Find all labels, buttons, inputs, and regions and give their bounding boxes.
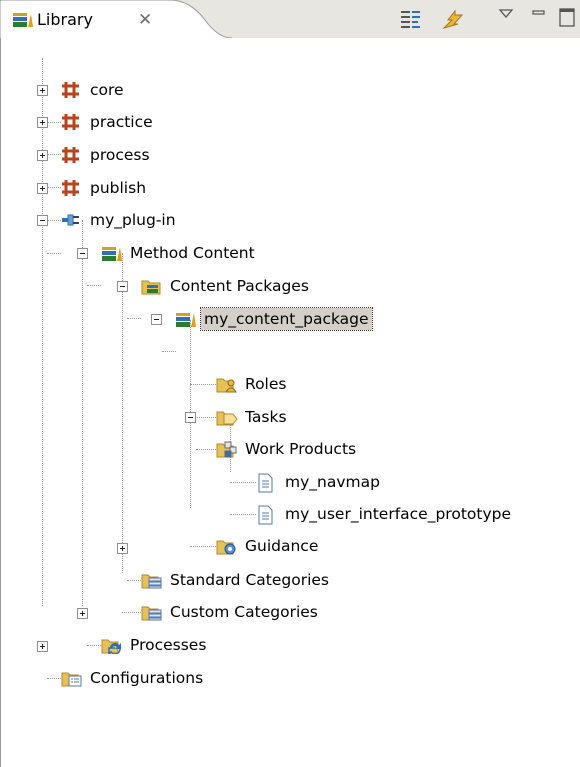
tab-shape — [0, 0, 232, 39]
tree-item-label: core — [90, 81, 124, 99]
expand-toggle-processes[interactable] — [77, 608, 88, 619]
tree-item-my-user-interface-prototype[interactable]: my_user_interface_prototype — [256, 499, 514, 529]
tree-item-label: Content Packages — [170, 277, 309, 295]
minimize-icon[interactable] — [530, 6, 556, 34]
tree-item-publish[interactable]: publish — [61, 173, 149, 203]
tree-line — [47, 220, 61, 221]
link-editor-icon[interactable] — [398, 6, 424, 34]
tree-item-label: Standard Categories — [170, 571, 329, 589]
tree-line — [87, 645, 101, 646]
tree-item-tasks[interactable]: Tasks — [216, 402, 290, 432]
tree-item-label: Guidance — [245, 537, 319, 555]
plugin-package-icon — [61, 81, 81, 99]
tree-item-my-navmap[interactable]: my_navmap — [256, 467, 383, 497]
tree-line — [42, 58, 43, 606]
tree-item-guidance[interactable]: Guidance — [216, 531, 321, 561]
collapse-toggle-my-plug-in[interactable] — [37, 215, 48, 226]
tree-item-label: Roles — [245, 375, 287, 393]
tree-line — [47, 187, 61, 188]
maximize-icon[interactable] — [557, 6, 580, 34]
tree-item-processes[interactable]: Processes — [101, 630, 209, 660]
tree-item-work-products[interactable]: Work Products — [216, 434, 359, 464]
tree-line — [190, 384, 216, 385]
close-icon[interactable]: ✕ — [138, 10, 152, 30]
artifact-icon — [256, 505, 276, 525]
tree-line — [122, 253, 123, 573]
categories-folder-icon — [141, 603, 162, 621]
guidance-folder-icon — [216, 537, 236, 555]
tree-item-practice[interactable]: practice — [61, 107, 156, 137]
library-tab[interactable]: Library ✕ — [0, 0, 232, 39]
collapse-toggle-method-content[interactable] — [77, 248, 88, 259]
tab-label: Library — [37, 10, 93, 29]
work-products-folder-icon — [216, 440, 237, 458]
expand-toggle-standard-categories[interactable] — [117, 543, 128, 554]
configurations-folder-icon — [61, 669, 82, 687]
roles-folder-icon — [216, 375, 237, 393]
tree-item-label: Custom Categories — [170, 603, 318, 621]
categories-folder-icon — [141, 571, 162, 589]
tree-item-label: process — [90, 146, 150, 164]
tree-item-label: Configurations — [90, 669, 204, 687]
view-header: Library ✕ — [0, 0, 580, 39]
expand-toggle-process[interactable] — [37, 150, 48, 161]
method-content-icon — [101, 244, 122, 262]
tree-line — [196, 449, 216, 450]
tree-line — [127, 580, 141, 581]
expand-toggle-core[interactable] — [37, 85, 48, 96]
collapse-toggle-my-content-package[interactable] — [151, 314, 162, 325]
collapse-toggle-content-packages[interactable] — [117, 281, 128, 292]
tree-item-label: publish — [90, 179, 147, 197]
tree-item-label: my_plug-in — [90, 211, 176, 229]
tree-item-label: Method Content — [130, 244, 255, 262]
tree-item-content-packages[interactable]: Content Packages — [141, 271, 312, 301]
plugin-package-icon — [61, 179, 81, 197]
tree-line — [47, 678, 61, 679]
tree-item-my-content-package[interactable]: my_content_package — [175, 304, 373, 334]
plugin-package-icon — [61, 113, 81, 131]
tree-item-standard-categories[interactable]: Standard Categories — [141, 565, 332, 595]
plugin-package-icon — [61, 146, 81, 164]
tasks-folder-icon — [216, 408, 238, 426]
tree-item-label: practice — [90, 113, 153, 131]
tree-line — [47, 122, 61, 123]
tree-item-label: my_content_package — [200, 307, 373, 331]
content-packages-folder-icon — [141, 277, 161, 295]
tree-line — [47, 253, 61, 254]
artifact-icon — [256, 473, 276, 493]
expand-toggle-configurations[interactable] — [37, 641, 48, 652]
tree-line — [162, 351, 176, 352]
tree-item-process[interactable]: process — [61, 140, 153, 170]
view-menu-icon[interactable] — [497, 6, 523, 34]
tree-line — [87, 285, 101, 286]
tree-item-label: my_navmap — [285, 473, 380, 491]
tree-item-label: Tasks — [245, 408, 287, 426]
tree-item-roles[interactable]: Roles — [216, 369, 289, 399]
plug-in-icon — [61, 211, 81, 229]
content-package-icon — [175, 310, 196, 328]
collapse-toggle-work-products[interactable] — [185, 412, 196, 423]
sync-icon[interactable] — [440, 6, 466, 34]
tree-line — [230, 482, 256, 483]
tree-line — [122, 612, 141, 613]
tree-item-method-content[interactable]: Method Content — [101, 238, 258, 268]
library-tree: core practice process publish my_plug-in — [1, 38, 580, 767]
library-tree-panel: core practice process publish my_plug-in — [0, 38, 580, 767]
tree-line — [190, 546, 216, 547]
tree-line — [82, 220, 83, 606]
tree-item-label: my_user_interface_prototype — [285, 505, 511, 523]
tree-item-custom-categories[interactable]: Custom Categories — [141, 597, 321, 627]
tree-item-configurations[interactable]: Configurations — [61, 663, 206, 693]
tree-line — [230, 514, 256, 515]
tree-item-my-plug-in[interactable]: my_plug-in — [61, 205, 179, 235]
library-icon — [12, 12, 34, 32]
tree-item-core[interactable]: core — [61, 75, 127, 105]
tree-item-label: Work Products — [245, 440, 357, 458]
expand-toggle-practice[interactable] — [37, 117, 48, 128]
tree-item-label: Processes — [130, 636, 207, 654]
tree-line — [127, 318, 141, 319]
tree-line — [47, 154, 61, 155]
processes-folder-icon — [101, 636, 121, 654]
expand-toggle-publish[interactable] — [37, 183, 48, 194]
